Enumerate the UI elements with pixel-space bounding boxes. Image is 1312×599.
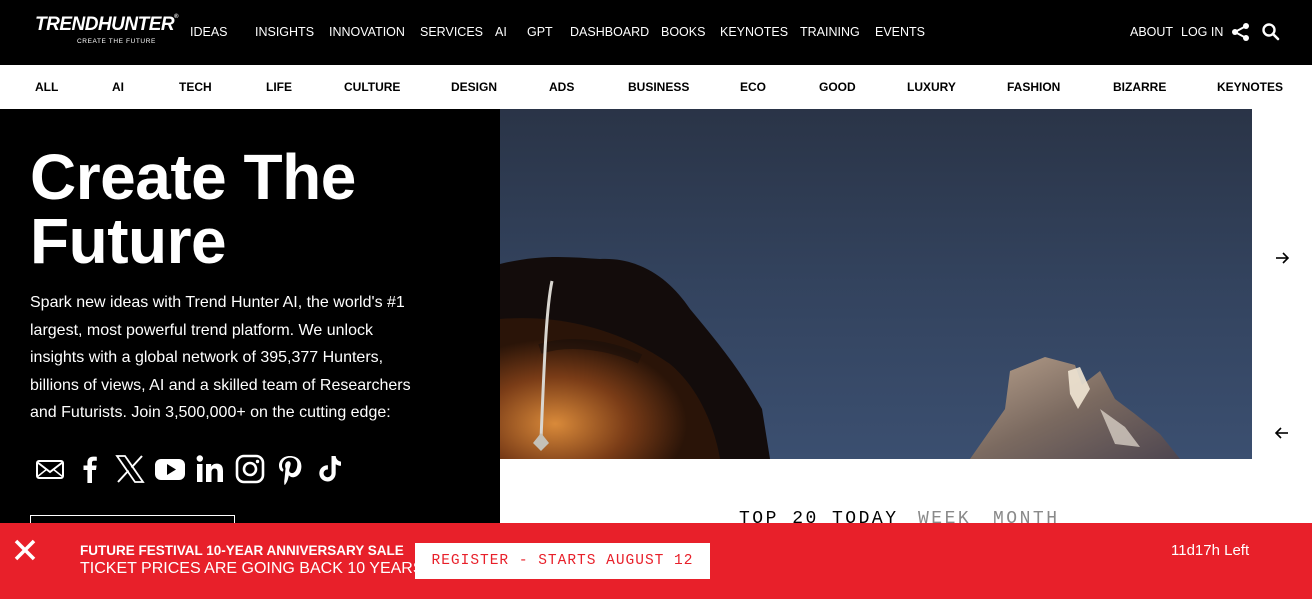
category-eco[interactable]: ECO [740,80,766,94]
category-fashion[interactable]: FASHION [1007,80,1060,94]
youtube-icon[interactable] [154,453,186,485]
close-icon[interactable] [12,537,38,563]
instagram-icon[interactable] [234,453,266,485]
category-all[interactable]: ALL [35,80,58,94]
logo-wordmark: TRENDHUNTER® [35,14,179,35]
hero-description: Spark new ideas with Trend Hunter AI, th… [30,294,411,421]
banner-headline: FUTURE FESTIVAL 10-YEAR ANNIVERSARY SALE [80,543,404,558]
email-icon[interactable] [34,453,66,485]
nav-books[interactable]: BOOKS [661,25,705,39]
tiktok-icon[interactable] [314,453,346,485]
category-keynotes[interactable]: KEYNOTES [1217,80,1283,94]
category-bizarre[interactable]: BIZARRE [1113,80,1166,94]
nav-events[interactable]: EVENTS [875,25,925,39]
hero-image[interactable] [500,109,1252,459]
logo-tagline: CREATE THE FUTURE [77,38,156,45]
pinterest-icon[interactable] [274,453,306,485]
category-business[interactable]: BUSINESS [628,80,689,94]
nav-innovation[interactable]: INNOVATION [329,25,405,39]
nav-gpt[interactable]: GPT [527,25,553,39]
category-life[interactable]: LIFE [266,80,292,94]
category-ads[interactable]: ADS [549,80,574,94]
arrow-left-icon[interactable] [1270,421,1294,445]
hero-title: Create The Future [30,141,356,277]
facebook-icon[interactable] [74,453,106,485]
x-icon[interactable] [114,453,146,485]
nav-training[interactable]: TRAINING [800,25,860,39]
trendhunter-logo[interactable]: TRENDHUNTER® CREATE THE FUTURE [35,14,179,48]
promo-banner: FUTURE FESTIVAL 10-YEAR ANNIVERSARY SALE… [0,523,1312,599]
nav-ideas[interactable]: IDEAS [190,25,228,39]
linkedin-icon[interactable] [194,453,226,485]
nav-dashboard[interactable]: DASHBOARD [570,25,649,39]
nav-about[interactable]: ABOUT [1130,25,1173,39]
nav-login[interactable]: LOG IN [1181,25,1223,39]
category-ai[interactable]: AI [112,80,124,94]
category-design[interactable]: DESIGN [451,80,497,94]
arrow-right-icon[interactable] [1270,246,1294,270]
nav-insights[interactable]: INSIGHTS [255,25,314,39]
category-good[interactable]: GOOD [819,80,856,94]
category-culture[interactable]: CULTURE [344,80,400,94]
category-tech[interactable]: TECH [179,80,212,94]
category-bar: ALL AI TECH LIFE CULTURE DESIGN ADS BUSI… [0,65,1312,109]
search-icon[interactable] [1262,22,1280,42]
nav-services[interactable]: SERVICES [420,25,483,39]
register-button[interactable]: REGISTER - STARTS AUGUST 12 [415,543,710,579]
top-navigation-bar: TRENDHUNTER® CREATE THE FUTURE IDEAS INS… [0,0,1312,65]
category-luxury[interactable]: LUXURY [907,80,956,94]
nav-ai[interactable]: AI [495,25,507,39]
banner-subheadline: TICKET PRICES ARE GOING BACK 10 YEARS [80,560,424,577]
hero-photo-graphic [500,109,1252,459]
countdown-timer: 11d17h Left [1171,542,1250,559]
share-icon[interactable] [1231,22,1251,42]
nav-keynotes[interactable]: KEYNOTES [720,25,788,39]
